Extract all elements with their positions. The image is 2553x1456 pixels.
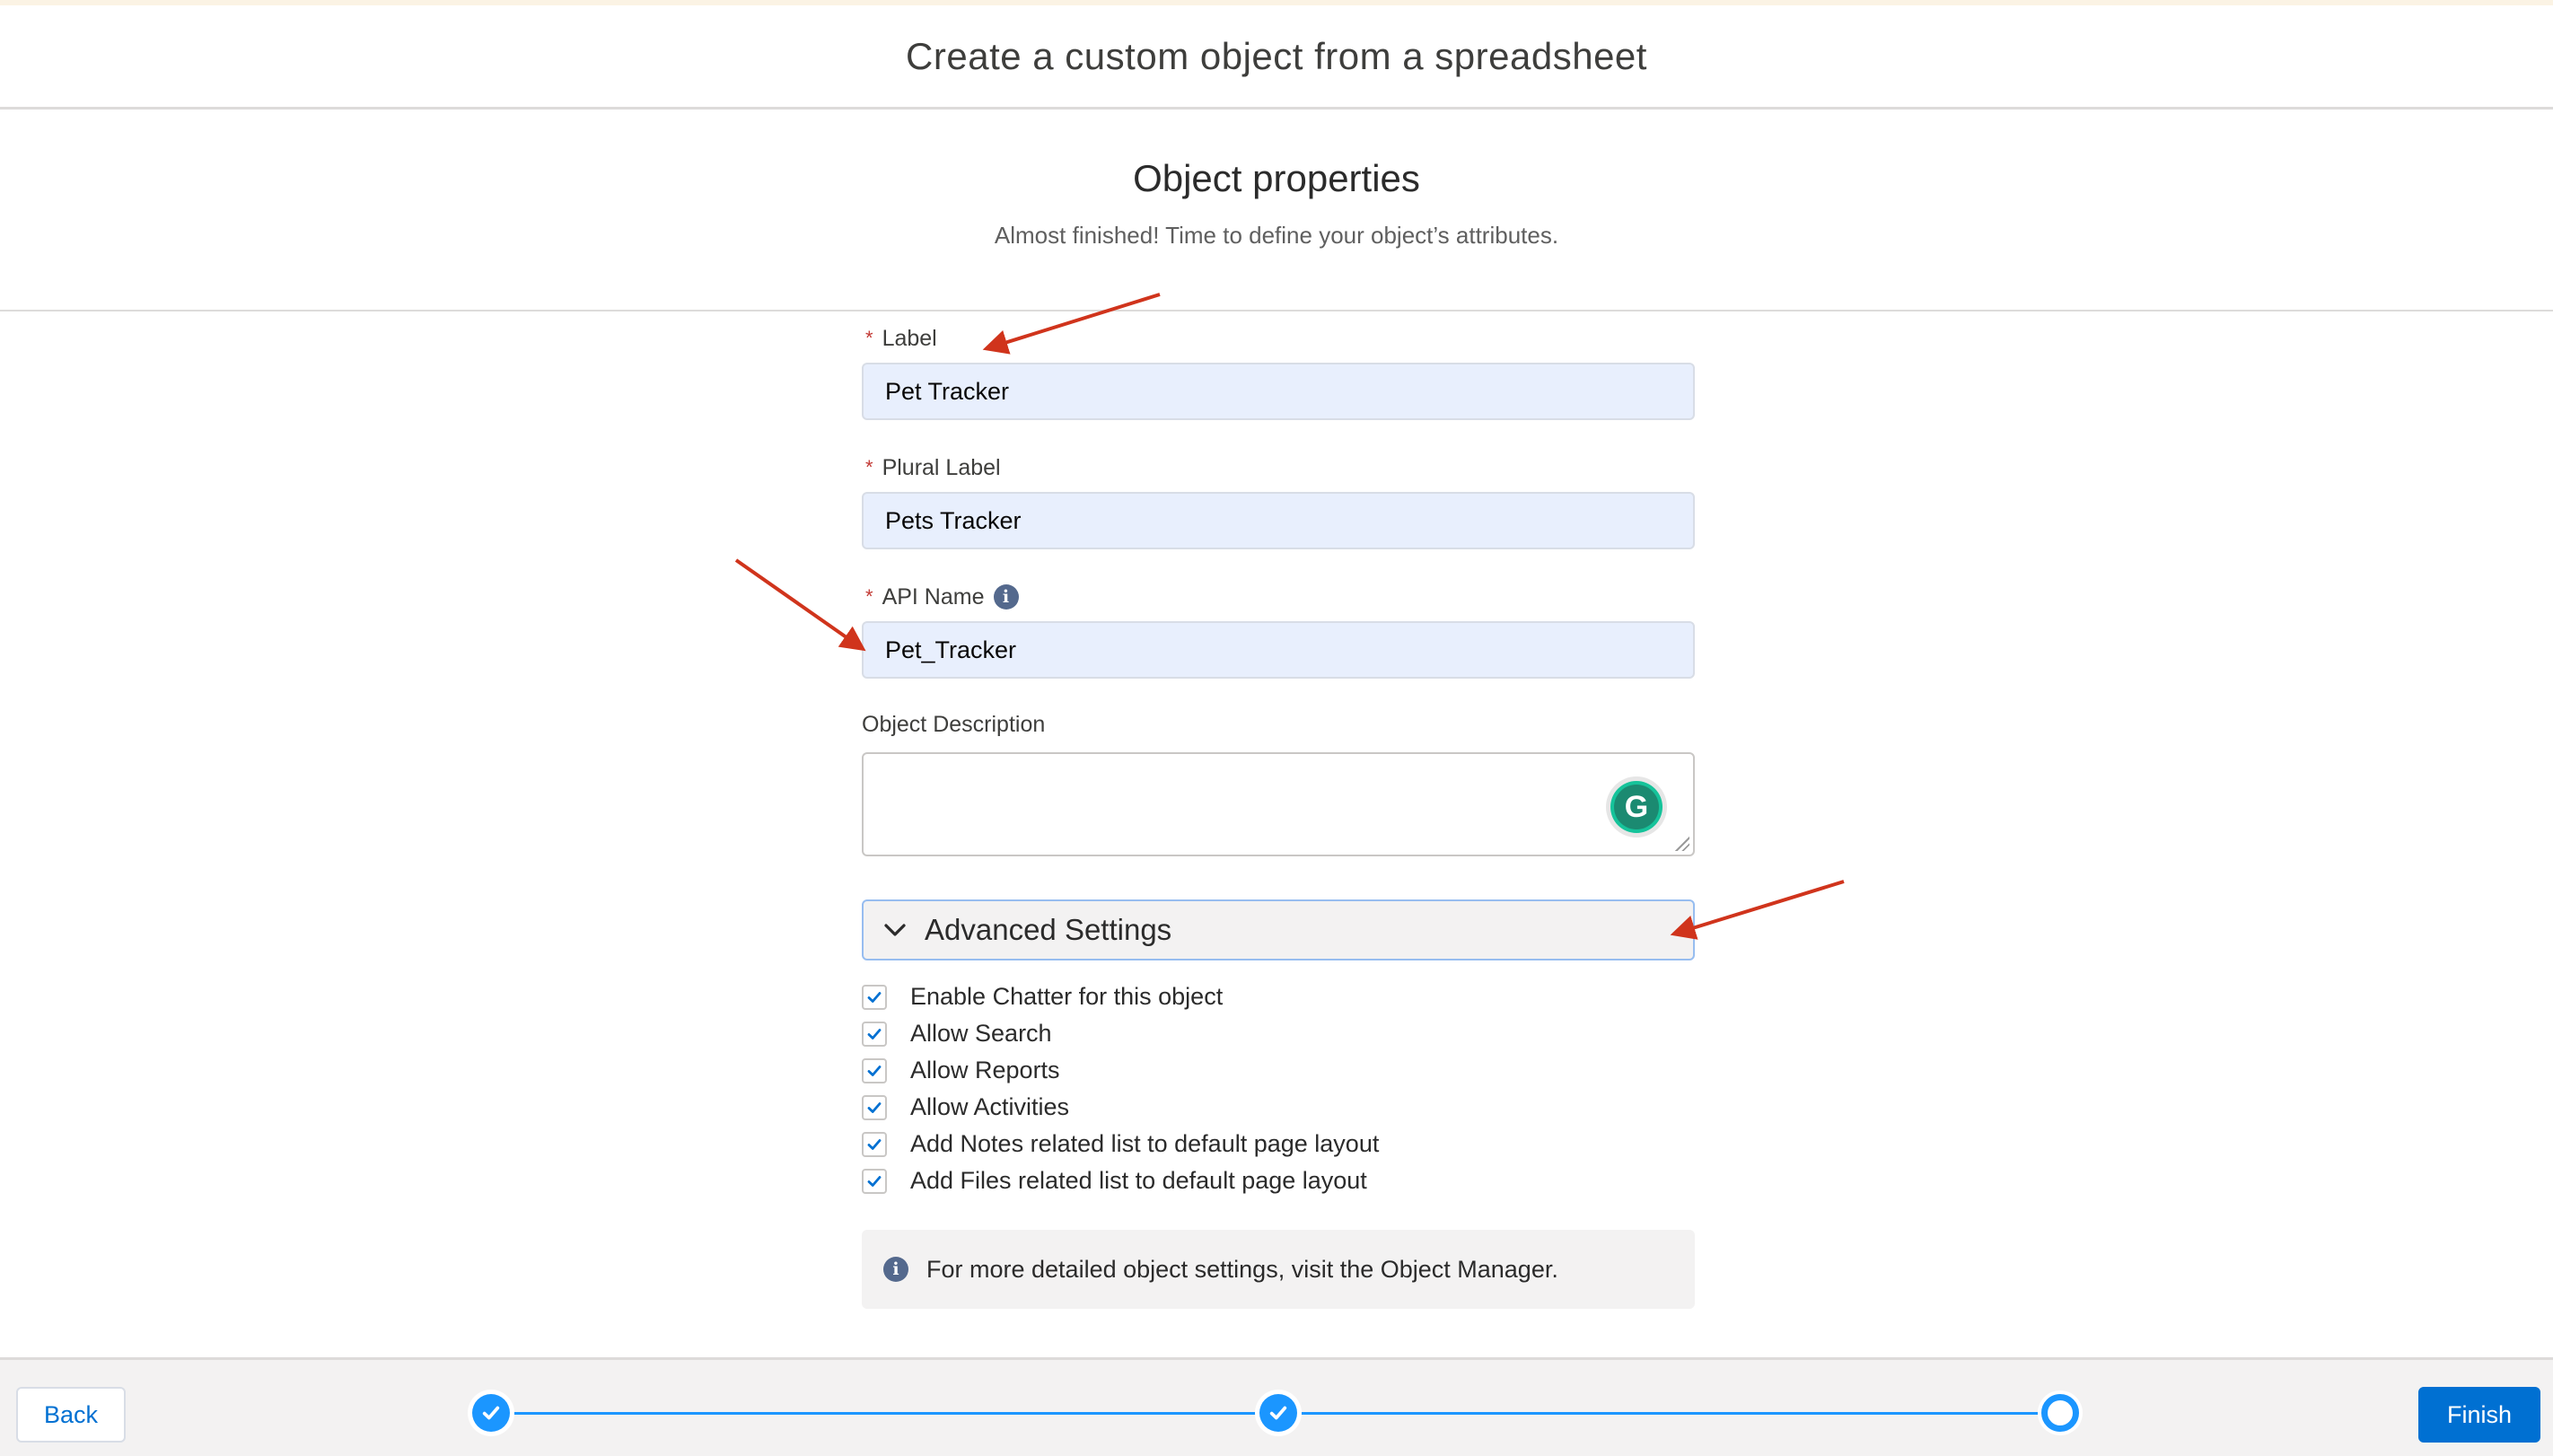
info-icon[interactable]: i: [993, 584, 1019, 610]
option-allow-activities: Allow Activities: [862, 1089, 1695, 1126]
checkbox-allow-reports[interactable]: [862, 1057, 887, 1083]
checkmark-icon: [867, 1065, 882, 1076]
section-header: Object properties Almost finished! Time …: [0, 112, 2553, 311]
progress-step-3-current[interactable]: [2041, 1394, 2079, 1432]
option-add-files: Add Files related list to default page l…: [862, 1162, 1695, 1199]
info-icon: i: [883, 1257, 908, 1282]
back-button[interactable]: Back: [16, 1387, 126, 1443]
object-description-textarea[interactable]: G: [862, 752, 1695, 856]
required-marker: *: [865, 327, 873, 349]
advanced-settings-toggle[interactable]: Advanced Settings: [862, 899, 1695, 960]
checkmark-icon: [867, 1175, 882, 1187]
object-manager-info-box: i For more detailed object settings, vis…: [862, 1230, 1695, 1309]
option-allow-reports: Allow Reports: [862, 1052, 1695, 1089]
finish-button[interactable]: Finish: [2418, 1387, 2540, 1443]
page-title: Create a custom object from a spreadshee…: [906, 34, 1647, 77]
checkmark-icon: [482, 1406, 500, 1420]
annotation-arrow-api-name: [734, 558, 866, 652]
info-box-text: For more detailed object settings, visit…: [926, 1255, 1558, 1283]
option-label: Add Files related list to default page l…: [910, 1167, 1367, 1194]
option-label: Allow Search: [910, 1020, 1052, 1047]
progress-bar: [1278, 1412, 2059, 1415]
label-field-label-text: Label: [882, 326, 937, 351]
object-description-label-text: Object Description: [862, 712, 1046, 737]
required-marker: *: [865, 456, 873, 478]
object-properties-form: * Label Pet Tracker * Plural Label Pets …: [862, 323, 1695, 1309]
api-name-field-label: * API Name i: [862, 582, 1695, 612]
page-header: Create a custom object from a spreadshee…: [0, 5, 2553, 110]
plural-label-input-value: Pets Tracker: [885, 506, 1022, 534]
option-label: Add Notes related list to default page l…: [910, 1130, 1380, 1157]
option-label: Enable Chatter for this object: [910, 983, 1224, 1010]
api-name-input-value: Pet_Tracker: [885, 636, 1017, 663]
checkbox-enable-chatter[interactable]: [862, 984, 887, 1010]
resize-handle[interactable]: [1675, 837, 1689, 851]
checkbox-add-notes[interactable]: [862, 1131, 887, 1157]
wizard-footer: Back Finish: [0, 1357, 2553, 1456]
plural-label-field-label-text: Plural Label: [882, 455, 1001, 480]
progress-bar: [492, 1412, 1276, 1415]
plural-label-input[interactable]: Pets Tracker: [862, 492, 1695, 549]
checkbox-allow-activities[interactable]: [862, 1094, 887, 1120]
checkmark-icon: [867, 991, 882, 1003]
api-name-input[interactable]: Pet_Tracker: [862, 621, 1695, 679]
checkbox-add-files[interactable]: [862, 1168, 887, 1194]
advanced-settings-title: Advanced Settings: [925, 913, 1172, 946]
section-subtitle: Almost finished! Time to define your obj…: [994, 222, 1559, 249]
required-marker: *: [865, 585, 873, 608]
grammarly-icon[interactable]: G: [1610, 781, 1663, 833]
progress-step-1[interactable]: [472, 1394, 510, 1432]
option-add-notes: Add Notes related list to default page l…: [862, 1126, 1695, 1162]
label-input-value: Pet Tracker: [885, 377, 1010, 405]
checkbox-allow-search[interactable]: [862, 1021, 887, 1047]
checkmark-icon: [1269, 1406, 1287, 1420]
annotation-arrow-advanced-settings: [1670, 880, 1845, 940]
checkmark-icon: [867, 1028, 882, 1039]
checkmark-icon: [867, 1101, 882, 1113]
section-title: Object properties: [1133, 157, 1420, 199]
option-enable-chatter: Enable Chatter for this object: [862, 978, 1695, 1015]
progress-step-2[interactable]: [1259, 1394, 1297, 1432]
label-input[interactable]: Pet Tracker: [862, 363, 1695, 420]
plural-label-field-label: * Plural Label: [862, 452, 1695, 483]
option-allow-search: Allow Search: [862, 1015, 1695, 1052]
api-name-field-label-text: API Name: [882, 584, 985, 610]
object-description-label: Object Description: [862, 709, 1695, 740]
checkmark-icon: [867, 1138, 882, 1150]
label-field-label: * Label: [862, 323, 1695, 354]
chevron-down-icon: [884, 924, 906, 936]
advanced-options-list: Enable Chatter for this object Allow Sea…: [862, 978, 1695, 1199]
option-label: Allow Reports: [910, 1057, 1060, 1083]
option-label: Allow Activities: [910, 1093, 1070, 1120]
